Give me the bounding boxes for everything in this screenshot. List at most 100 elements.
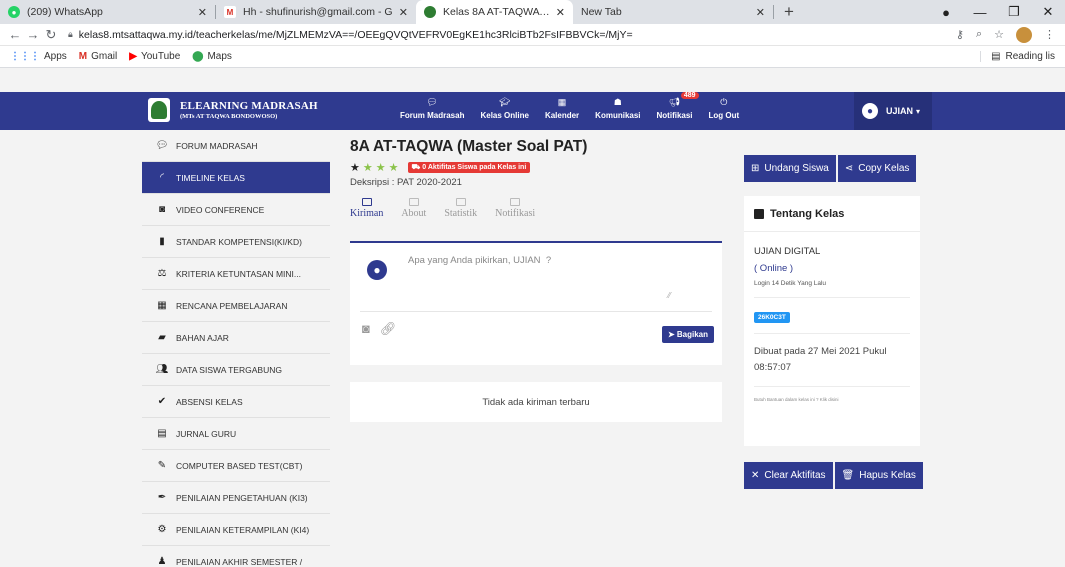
menu-kelas-online[interactable]: 🎓︎ Kelas Online: [480, 94, 528, 120]
menu-notifikasi[interactable]: 📢︎ 489 Notifikasi: [657, 92, 699, 120]
reading-list-button[interactable]: ▤ Reading lis: [980, 51, 1055, 62]
tab-about[interactable]: About: [401, 198, 426, 219]
sidebar-item-data-siswa[interactable]: 👥︎ DATA SISWA TERGABUNG: [142, 354, 330, 386]
key-icon[interactable]: ⚷: [956, 28, 964, 41]
reading-list-icon: ▤: [991, 51, 1001, 62]
menu-log-out[interactable]: ⏻ Log Out: [709, 94, 740, 120]
tab-label: About: [401, 208, 427, 219]
scale-icon: ⚖: [157, 268, 167, 279]
sidebar-item-jurnal-guru[interactable]: ▤ JURNAL GURU: [142, 418, 330, 450]
sidebar-item-label: BAHAN AJAR: [176, 332, 229, 343]
star-icon: ★: [375, 162, 386, 174]
post-input[interactable]: [408, 255, 708, 305]
sidebar-item-bahan-ajar[interactable]: ▰ BAHAN AJAR: [142, 322, 330, 354]
close-icon[interactable]: ✕: [556, 6, 565, 19]
browser-tab-kelas[interactable]: Kelas 8A AT-TAQWA (Master Soa ✕: [416, 0, 573, 24]
class-code-badge[interactable]: 26K0C3T: [754, 312, 790, 323]
calendar-icon: [455, 198, 466, 206]
back-button[interactable]: ←: [6, 27, 24, 42]
sidebar-item-penilaian-pengetahuan[interactable]: ✒ PENILAIAN PENGETAHUAN (KI3): [142, 482, 330, 514]
sidebar-item-kriteria-ketuntasan[interactable]: ⚖ KRITERIA KETUNTASAN MINI...: [142, 258, 330, 290]
check-icon: ✔: [157, 396, 167, 407]
users-icon: 👥︎: [155, 364, 169, 375]
sidebar-item-forum-madrasah[interactable]: 💬︎ FORUM MADRASAH: [142, 130, 330, 162]
close-icon[interactable]: ✕: [399, 6, 408, 19]
browser-tab-whatsapp[interactable]: ● (209) WhatsApp ✕: [0, 0, 215, 24]
menu-label: Kalender: [544, 111, 580, 120]
plus-square-icon: ⊞: [751, 163, 760, 174]
star-icon: ★: [350, 162, 360, 174]
sidebar-item-penilaian-akhir-semester[interactable]: ♟ PENILAIAN AKHIR SEMESTER /: [142, 546, 330, 567]
minimize-button[interactable]: —: [963, 5, 997, 20]
sidebar-item-absensi-kelas[interactable]: ✔ ABSENSI KELAS: [142, 386, 330, 418]
sidebar-item-rencana-pembelajaran[interactable]: ▦ RENCANA PEMBELAJARAN: [142, 290, 330, 322]
activity-badge: ⛟ 0 Aktifitas Siswa pada Kelas ini: [407, 161, 531, 173]
sidebar-item-standar-kompetensi[interactable]: ▮ STANDAR KOMPETENSI(KI/KD): [142, 226, 330, 258]
window-controls: ● — ❐ ✕: [929, 0, 1065, 24]
browser-tab-gmail[interactable]: M Hh - shufinurish@gmail.com - G ✕: [216, 0, 416, 24]
tab-kiriman[interactable]: Kiriman: [350, 198, 383, 219]
sidebar-item-cbt[interactable]: ✎ COMPUTER BASED TEST(CBT): [142, 450, 330, 482]
bookmark-label: Gmail: [91, 51, 118, 62]
sidebar-item-label: STANDAR KOMPETENSI(KI/KD): [176, 236, 302, 247]
post-tools: ◙ 🔗︎: [362, 321, 396, 337]
profile-dot-icon[interactable]: ●: [929, 5, 963, 20]
delete-class-button[interactable]: 🗑︎ Hapus Kelas: [834, 462, 923, 489]
user-menu[interactable]: ● UJIAN ▾: [854, 92, 932, 130]
class-info-panel: ⊞ Undang Siswa ⋖ Copy Kelas Tentang Kela…: [744, 155, 923, 489]
address-bar: ← → ↻ 🔒︎ kelas8.mtsattaqwa.my.id/teacher…: [0, 24, 1065, 46]
maximize-button[interactable]: ❐: [997, 4, 1031, 20]
bookmark-apps[interactable]: ⋮⋮⋮ Apps: [10, 51, 67, 62]
url-field[interactable]: 🔒︎ kelas8.mtsattaqwa.my.id/teacherkelas/…: [68, 29, 956, 41]
bookmark-maps[interactable]: ⬤ Maps: [192, 51, 232, 62]
sidebar-item-label: RENCANA PEMBELAJARAN: [176, 300, 288, 311]
menu-dots-icon[interactable]: ⋮: [1044, 28, 1055, 41]
forward-button[interactable]: →: [24, 27, 42, 42]
bookmark-gmail[interactable]: M Gmail: [79, 51, 117, 62]
tab-title: Kelas 8A AT-TAQWA (Master Soa: [443, 6, 550, 18]
button-label: Clear Aktifitas: [764, 470, 826, 481]
clear-activity-button[interactable]: ✕ Clear Aktifitas: [744, 462, 833, 489]
copy-class-button[interactable]: ⋖ Copy Kelas: [837, 155, 917, 182]
button-label: Copy Kelas: [858, 163, 910, 174]
camera-icon[interactable]: ◙: [362, 321, 370, 337]
calendar-icon: [510, 198, 521, 206]
menu-kalender[interactable]: ▦ Kalender: [545, 94, 579, 120]
browser-tab-newtab[interactable]: New Tab ✕: [573, 0, 773, 24]
bottom-actions: ✕ Clear Aktifitas 🗑︎ Hapus Kelas: [744, 462, 923, 489]
tab-label: Notifikasi: [495, 208, 536, 219]
sidebar-item-label: DATA SISWA TERGABUNG: [176, 364, 282, 375]
bookmark-label: YouTube: [140, 51, 181, 62]
share-button[interactable]: ➤ Bagikan: [661, 326, 714, 343]
close-window-button[interactable]: ✕: [1031, 4, 1065, 20]
link-icon[interactable]: 🔗︎: [380, 321, 397, 337]
last-login: Login 14 Detik Yang Lalu: [754, 280, 827, 287]
resize-handle-icon[interactable]: ⁄⁄: [668, 291, 671, 300]
close-icon[interactable]: ✕: [756, 6, 765, 19]
bookmark-star-icon[interactable]: ☆: [994, 28, 1004, 41]
communication-icon: ☗: [613, 97, 622, 107]
rating-row: ★ ★ ★ ★ ⛟ 0 Aktifitas Siswa pada Kelas ini: [350, 160, 724, 174]
tab-title: Hh - shufinurish@gmail.com - G: [243, 6, 393, 18]
close-icon[interactable]: ✕: [198, 6, 207, 19]
bookmark-youtube[interactable]: ▶ YouTube: [129, 51, 180, 62]
help-link[interactable]: Butuh Bantuan dalam kelas ini ? Klik dis…: [754, 397, 910, 402]
profile-avatar[interactable]: [1016, 26, 1032, 43]
menu-forum-madrasah[interactable]: 💬︎ Forum Madrasah: [400, 94, 464, 120]
invite-students-button[interactable]: ⊞ Undang Siswa: [744, 155, 836, 182]
sidebar-item-label: JURNAL GURU: [176, 428, 237, 439]
sidebar-item-video-conference[interactable]: ◙ VIDEO CONFERENCE: [142, 194, 330, 226]
tab-notifikasi[interactable]: Notifikasi: [495, 198, 535, 219]
menu-komunikasi[interactable]: ☗ Komunikasi: [595, 94, 640, 120]
zoom-icon[interactable]: ⌕: [976, 28, 982, 41]
sidebar-item-label: ABSENSI KELAS: [176, 396, 243, 407]
reload-button[interactable]: ↻: [42, 27, 60, 43]
new-tab-button[interactable]: +: [774, 0, 804, 24]
tab-statistik[interactable]: Statistik: [444, 198, 477, 219]
award-icon: ♟: [157, 556, 167, 567]
sidebar-item-timeline-kelas[interactable]: ◜ TIMELINE KELAS: [142, 162, 330, 194]
share-label: Bagikan: [676, 330, 708, 339]
book-icon: ▮: [159, 236, 165, 247]
sidebar-item-penilaian-keterampilan[interactable]: ⚙ PENILAIAN KETERAMPILAN (KI4): [142, 514, 330, 546]
site-brand[interactable]: ELEARNING MADRASAH (MTs AT TAQWA BONDOWO…: [148, 98, 318, 122]
